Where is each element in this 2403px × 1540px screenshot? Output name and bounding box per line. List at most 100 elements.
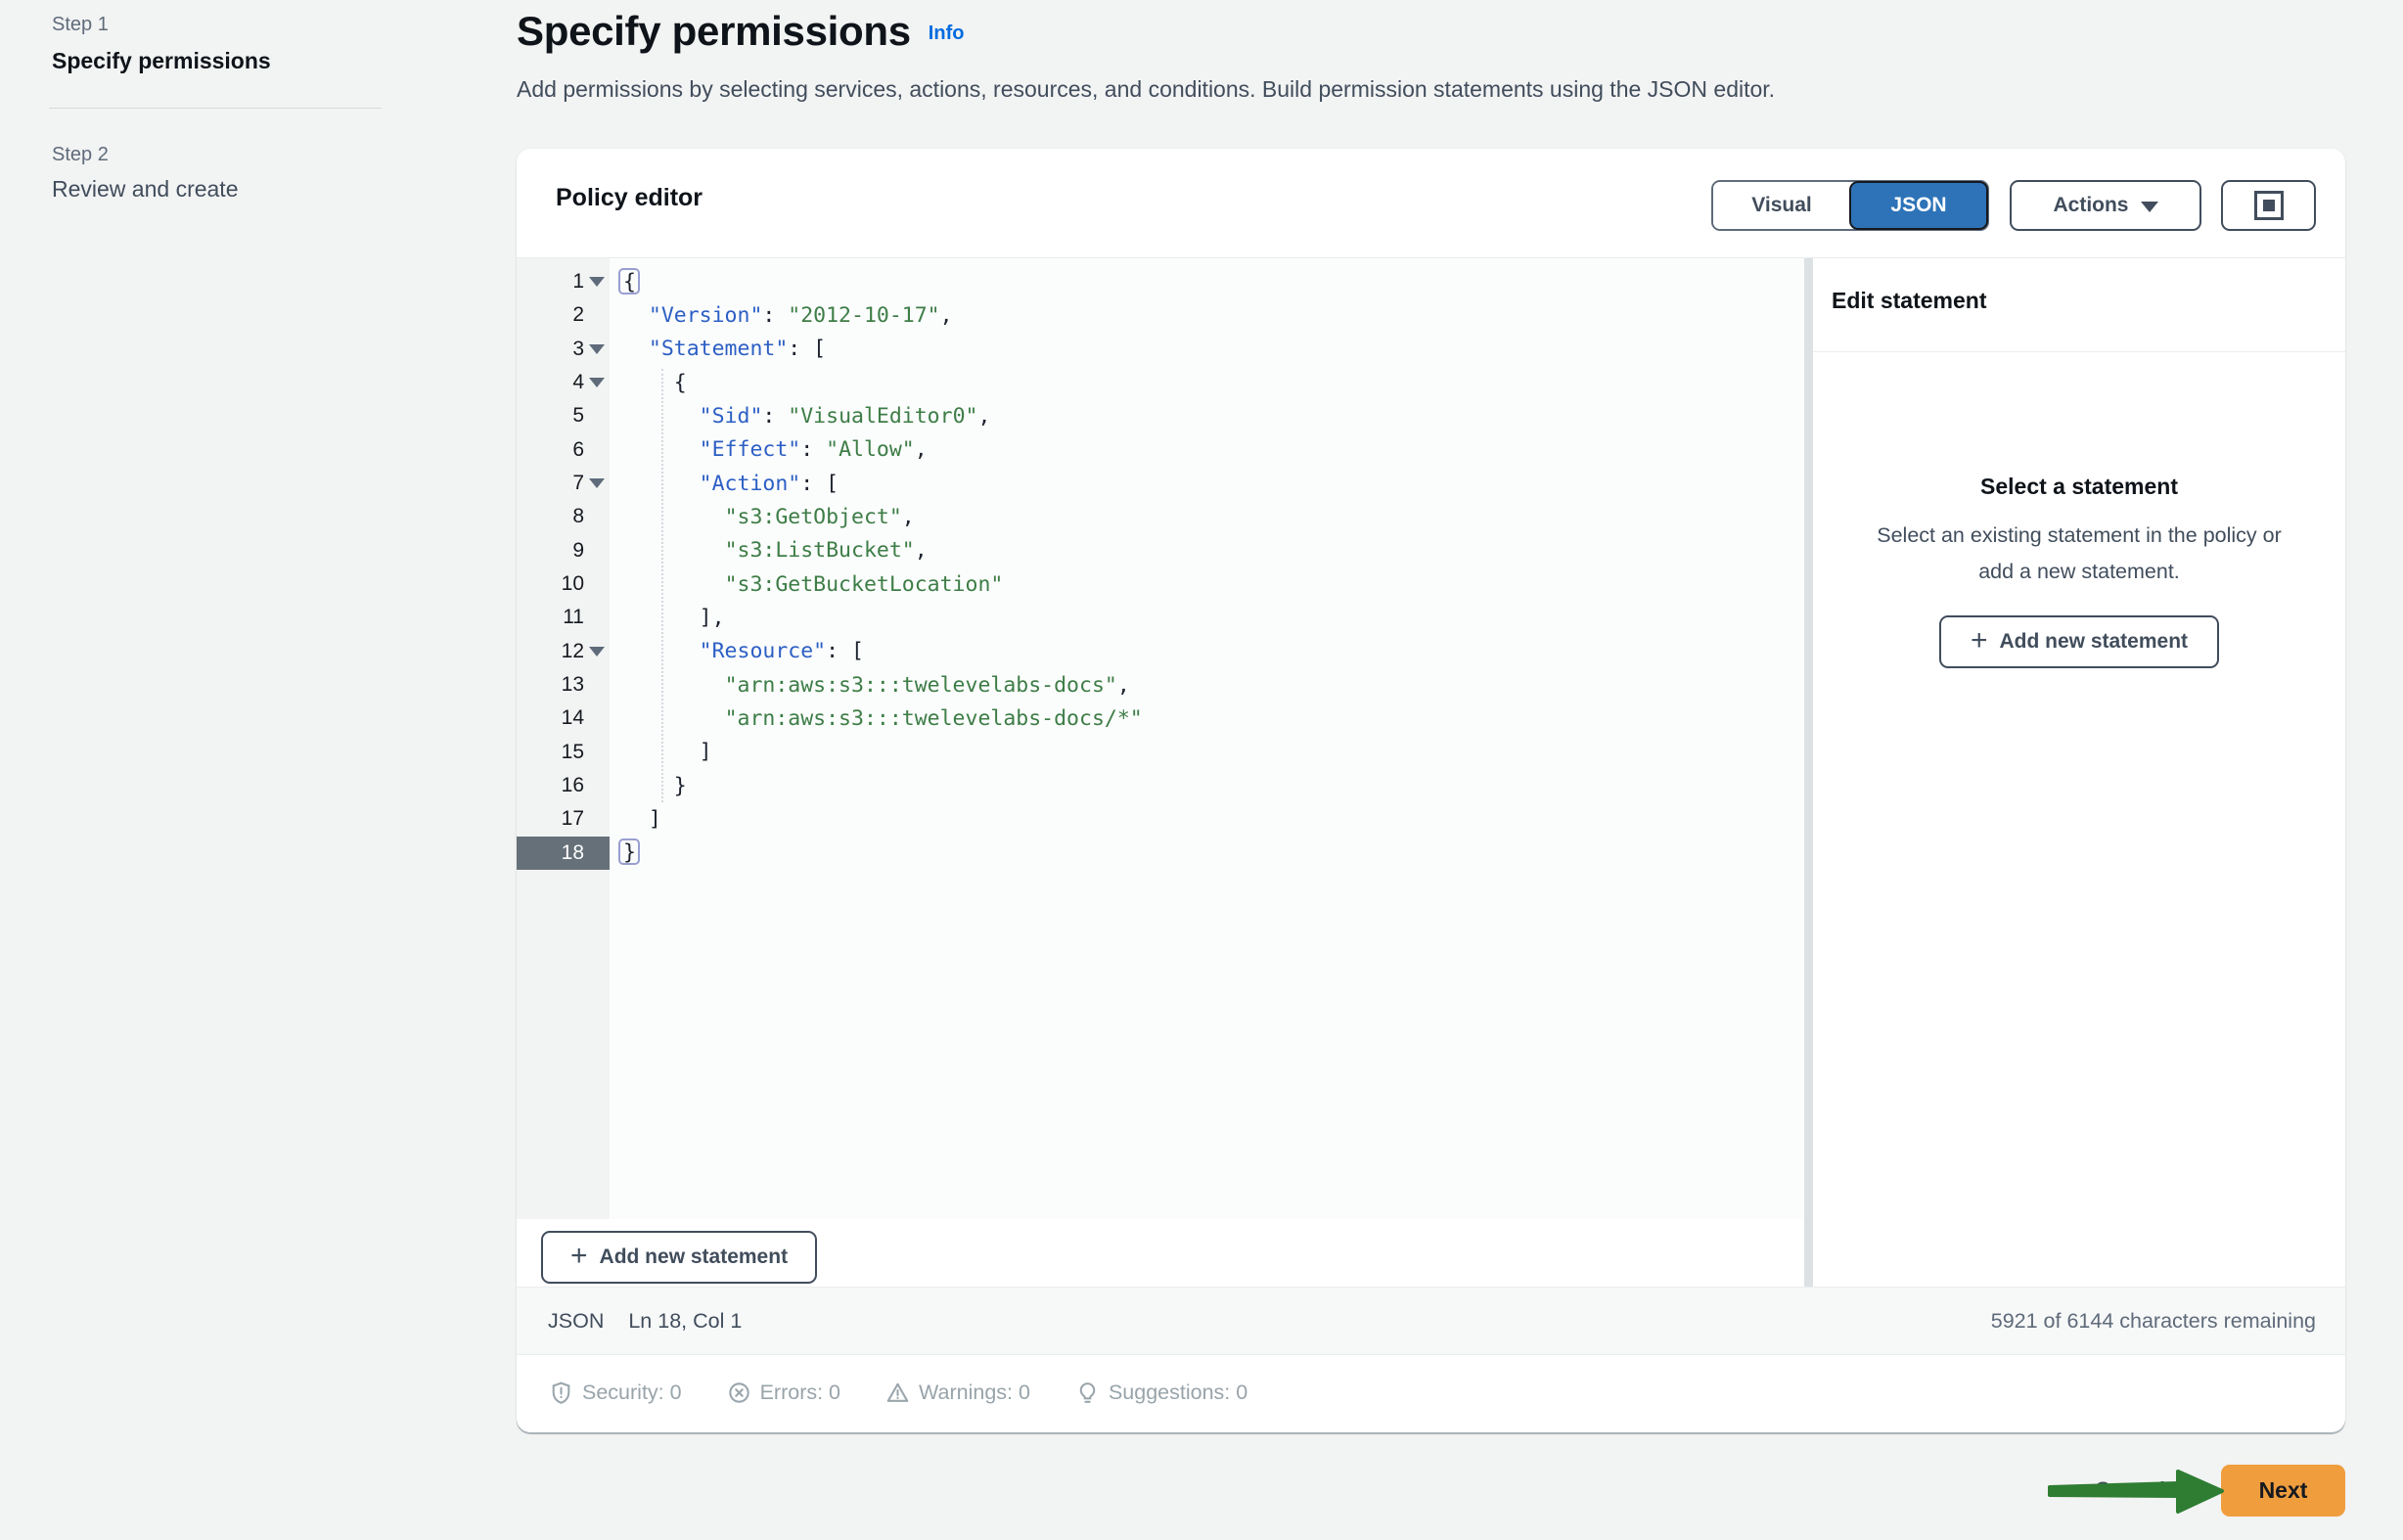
panel-add-statement-label: Add new statement bbox=[2000, 630, 2189, 654]
code-text: "s3:GetObject", bbox=[610, 505, 915, 529]
steps-divider bbox=[49, 108, 382, 109]
editor-status-bar: JSON Ln 18, Col 1 5921 of 6144 character… bbox=[517, 1287, 2345, 1355]
line-number: 1 bbox=[572, 270, 584, 294]
validation-item[interactable]: Suggestions: 0 bbox=[1075, 1381, 1247, 1405]
create-policy-page: Step 1 Specify permissions Step 2 Review… bbox=[0, 0, 2403, 1540]
page-header: Specify permissionsInfo Add permissions … bbox=[517, 8, 1984, 103]
suggestion-icon bbox=[1075, 1381, 1100, 1405]
validation-label: Security: 0 bbox=[582, 1381, 682, 1405]
validation-item[interactable]: Security: 0 bbox=[549, 1381, 682, 1405]
validation-item[interactable]: Warnings: 0 bbox=[885, 1381, 1030, 1405]
line-number: 11 bbox=[563, 606, 584, 629]
code-line[interactable]: 4 { bbox=[517, 366, 1804, 399]
code-line[interactable]: 3 "Statement": [ bbox=[517, 333, 1804, 366]
fold-slot bbox=[584, 534, 610, 567]
page-title: Specify permissions bbox=[517, 8, 911, 54]
fold-arrow-icon bbox=[589, 647, 605, 657]
fold-slot bbox=[584, 399, 610, 432]
validation-item[interactable]: Errors: 0 bbox=[727, 1381, 840, 1405]
select-statement-empty-state: Select a statement Select an existing st… bbox=[1813, 474, 2345, 668]
validation-summary: Security: 0 Errors: 0 Warnings: 0 Suggestio… bbox=[517, 1354, 2345, 1430]
line-number: 10 bbox=[562, 572, 584, 596]
code-line[interactable]: 1{ bbox=[517, 265, 1804, 298]
validation-label: Warnings: 0 bbox=[919, 1381, 1030, 1405]
line-gutter: 18 bbox=[517, 837, 610, 870]
json-toggle-button[interactable]: JSON bbox=[1850, 182, 1987, 229]
empty-state-title: Select a statement bbox=[1980, 474, 2178, 500]
edit-statement-panel: Edit statement Select a statement Select… bbox=[1813, 258, 2345, 1287]
actions-label: Actions bbox=[2053, 194, 2128, 217]
code-line[interactable]: 10 "s3:GetBucketLocation" bbox=[517, 567, 1804, 601]
cursor-position: Ln 18, Col 1 bbox=[628, 1309, 742, 1334]
code-line[interactable]: 18} bbox=[517, 837, 1804, 870]
status-mode: JSON bbox=[548, 1309, 604, 1334]
fold-toggle[interactable] bbox=[584, 265, 610, 298]
add-new-statement-panel-button[interactable]: + Add new statement bbox=[1939, 615, 2219, 668]
line-number: 7 bbox=[572, 472, 584, 495]
fold-slot bbox=[584, 769, 610, 802]
line-number: 15 bbox=[562, 741, 584, 764]
next-button[interactable]: Next bbox=[2221, 1465, 2345, 1517]
empty-state-description: Select an existing statement in the poli… bbox=[1877, 518, 2282, 590]
code-text: ], bbox=[610, 606, 725, 630]
caret-down-icon bbox=[2141, 202, 2158, 212]
edit-statement-title: Edit statement bbox=[1832, 288, 1986, 314]
visual-toggle-button[interactable]: Visual bbox=[1713, 182, 1850, 229]
add-statement-label: Add new statement bbox=[600, 1246, 789, 1269]
code-line[interactable]: 13 "arn:aws:s3:::twelevelabs-docs", bbox=[517, 668, 1804, 702]
code-line[interactable]: 7 "Action": [ bbox=[517, 467, 1804, 500]
sidebar-item-specify-permissions[interactable]: Specify permissions bbox=[49, 48, 382, 74]
code-line[interactable]: 9 "s3:ListBucket", bbox=[517, 534, 1804, 567]
code-line[interactable]: 11 ], bbox=[517, 601, 1804, 634]
fold-arrow-icon bbox=[589, 277, 605, 287]
fold-toggle[interactable] bbox=[584, 333, 610, 366]
line-gutter: 8 bbox=[517, 500, 610, 533]
line-number: 6 bbox=[572, 438, 584, 462]
code-line[interactable]: 2 "Version": "2012-10-17", bbox=[517, 298, 1804, 332]
editor-split-region: 1{2 "Version": "2012-10-17",3 "Statement… bbox=[517, 258, 2345, 1287]
fold-slot bbox=[584, 668, 610, 702]
maximize-editor-button[interactable] bbox=[2221, 180, 2316, 231]
cancel-button[interactable]: Cancel bbox=[2095, 1477, 2165, 1503]
info-link[interactable]: Info bbox=[929, 23, 965, 44]
characters-remaining: 5921 of 6144 characters remaining bbox=[1991, 1309, 2316, 1334]
warning-icon bbox=[885, 1381, 910, 1405]
line-gutter: 16 bbox=[517, 769, 610, 802]
line-number: 18 bbox=[562, 841, 584, 865]
line-gutter: 2 bbox=[517, 298, 610, 332]
code-line[interactable]: 14 "arn:aws:s3:::twelevelabs-docs/*" bbox=[517, 702, 1804, 735]
line-number: 8 bbox=[572, 505, 584, 528]
editor-mode-toggle: Visual JSON bbox=[1711, 180, 1989, 231]
maximize-icon bbox=[2254, 191, 2284, 220]
fold-toggle[interactable] bbox=[584, 635, 610, 668]
code-line[interactable]: 17 ] bbox=[517, 802, 1804, 836]
line-gutter: 9 bbox=[517, 534, 610, 567]
actions-dropdown-button[interactable]: Actions bbox=[2010, 180, 2201, 231]
fold-toggle[interactable] bbox=[584, 467, 610, 500]
line-gutter: 13 bbox=[517, 668, 610, 702]
line-number: 2 bbox=[572, 303, 584, 327]
code-text: { bbox=[610, 270, 636, 294]
line-number: 3 bbox=[572, 338, 584, 361]
error-icon bbox=[727, 1381, 751, 1405]
add-new-statement-button[interactable]: + Add new statement bbox=[541, 1231, 817, 1284]
code-line[interactable]: 8 "s3:GetObject", bbox=[517, 500, 1804, 533]
sidebar-item-review-and-create[interactable]: Review and create bbox=[49, 176, 382, 203]
line-gutter: 17 bbox=[517, 802, 610, 836]
code-line[interactable]: 16 } bbox=[517, 769, 1804, 802]
code-line[interactable]: 6 "Effect": "Allow", bbox=[517, 433, 1804, 467]
code-text: } bbox=[610, 840, 636, 865]
fold-toggle[interactable] bbox=[584, 366, 610, 399]
code-text: "Statement": [ bbox=[610, 337, 826, 361]
code-line[interactable]: 5 "Sid": "VisualEditor0", bbox=[517, 399, 1804, 432]
line-gutter: 4 bbox=[517, 366, 610, 399]
code-text: "s3:ListBucket", bbox=[610, 538, 928, 563]
json-editor[interactable]: 1{2 "Version": "2012-10-17",3 "Statement… bbox=[517, 258, 1804, 1219]
add-statement-row: + Add new statement bbox=[517, 1219, 1804, 1287]
code-line[interactable]: 15 ] bbox=[517, 736, 1804, 769]
line-number: 12 bbox=[562, 640, 584, 663]
code-text: } bbox=[610, 774, 687, 798]
pane-resize-handle[interactable] bbox=[1804, 258, 1813, 1287]
code-line[interactable]: 12 "Resource": [ bbox=[517, 635, 1804, 668]
policy-editor-card: Policy editor Visual JSON Actions 1{2 "V… bbox=[517, 149, 2345, 1432]
